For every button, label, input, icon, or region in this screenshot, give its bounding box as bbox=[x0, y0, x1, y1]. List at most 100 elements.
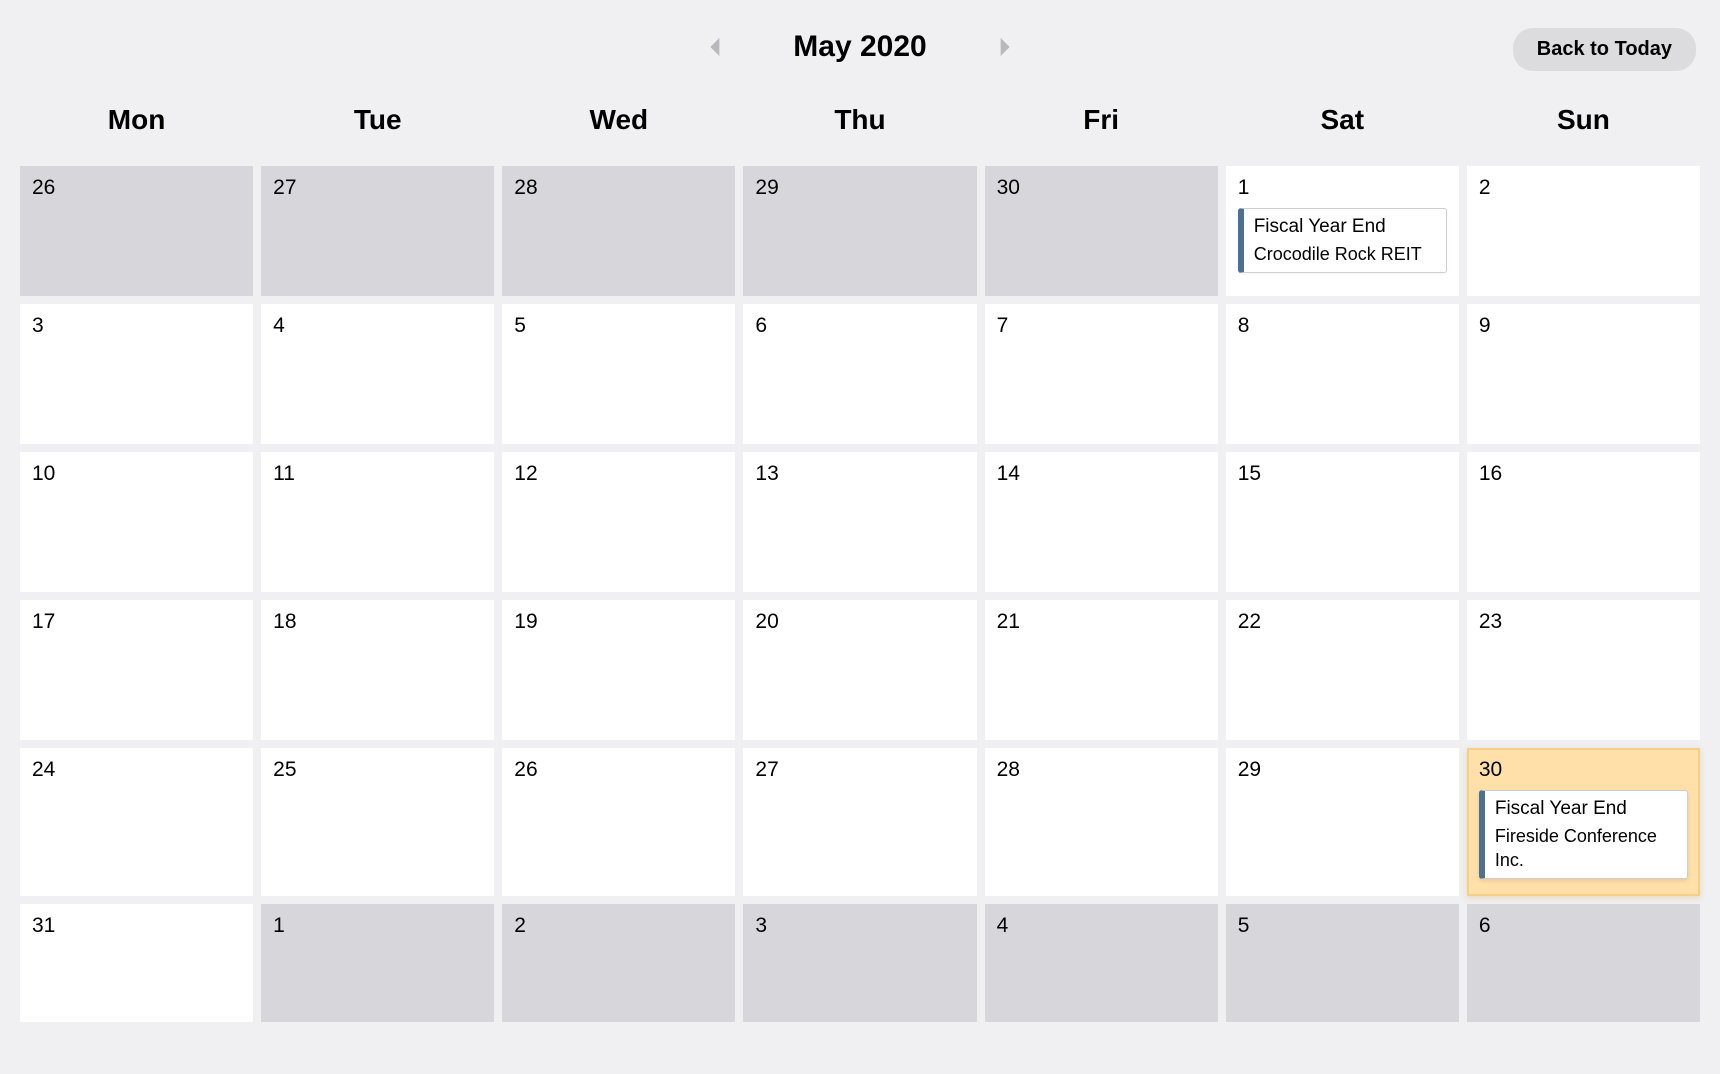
day-cell[interactable]: 2 bbox=[1467, 166, 1700, 296]
day-cell[interactable]: 26 bbox=[502, 748, 735, 896]
chevron-left-icon bbox=[709, 38, 723, 56]
day-cell[interactable]: 29 bbox=[1226, 748, 1459, 896]
day-number: 23 bbox=[1479, 610, 1688, 634]
day-cell[interactable]: 4 bbox=[985, 904, 1218, 1022]
event-subtitle: Crocodile Rock REIT bbox=[1254, 242, 1436, 266]
day-cell[interactable]: 23 bbox=[1467, 600, 1700, 740]
weekday-label: Mon bbox=[20, 92, 253, 154]
day-number: 30 bbox=[997, 176, 1206, 200]
day-cell[interactable]: 3 bbox=[743, 904, 976, 1022]
day-cell[interactable]: 30 Fiscal Year EndFireside Conference Inc… bbox=[1467, 748, 1700, 896]
day-number: 12 bbox=[514, 462, 723, 486]
day-number: 25 bbox=[273, 758, 482, 782]
day-number: 6 bbox=[755, 314, 964, 338]
day-number: 18 bbox=[273, 610, 482, 634]
day-cell[interactable]: 24 bbox=[20, 748, 253, 896]
day-cell[interactable]: 15 bbox=[1226, 452, 1459, 592]
calendar-grid: 26272829301Fiscal Year EndCrocodile Rock… bbox=[20, 166, 1700, 1022]
day-number: 6 bbox=[1479, 914, 1688, 938]
weekday-label: Thu bbox=[743, 92, 976, 154]
day-cell[interactable]: 7 bbox=[985, 304, 1218, 444]
day-cell[interactable]: 10 bbox=[20, 452, 253, 592]
day-number: 15 bbox=[1238, 462, 1447, 486]
day-number: 28 bbox=[514, 176, 723, 200]
day-number: 3 bbox=[755, 914, 964, 938]
day-number: 3 bbox=[32, 314, 241, 338]
day-cell[interactable]: 16 bbox=[1467, 452, 1700, 592]
day-cell[interactable]: 28 bbox=[985, 748, 1218, 896]
day-number: 9 bbox=[1479, 314, 1688, 338]
day-cell[interactable]: 27 bbox=[261, 166, 494, 296]
day-cell[interactable]: 25 bbox=[261, 748, 494, 896]
day-number: 2 bbox=[514, 914, 723, 938]
day-cell[interactable]: 17 bbox=[20, 600, 253, 740]
day-cell[interactable]: 4 bbox=[261, 304, 494, 444]
day-cell[interactable]: 11 bbox=[261, 452, 494, 592]
day-number: 30 bbox=[1479, 758, 1688, 782]
day-cell[interactable]: 18 bbox=[261, 600, 494, 740]
day-cell[interactable]: 29 bbox=[743, 166, 976, 296]
day-number: 29 bbox=[755, 176, 964, 200]
day-cell[interactable]: 8 bbox=[1226, 304, 1459, 444]
day-number: 14 bbox=[997, 462, 1206, 486]
day-cell[interactable]: 26 bbox=[20, 166, 253, 296]
day-cell[interactable]: 20 bbox=[743, 600, 976, 740]
weekday-header-row: Mon Tue Wed Thu Fri Sat Sun bbox=[20, 92, 1700, 154]
day-number: 19 bbox=[514, 610, 723, 634]
day-number: 27 bbox=[273, 176, 482, 200]
day-number: 20 bbox=[755, 610, 964, 634]
day-cell[interactable]: 3 bbox=[20, 304, 253, 444]
day-cell[interactable]: 22 bbox=[1226, 600, 1459, 740]
day-cell[interactable]: 1 bbox=[261, 904, 494, 1022]
event-title: Fiscal Year End bbox=[1495, 797, 1677, 822]
day-cell[interactable]: 5 bbox=[502, 304, 735, 444]
calendar-header: May 2020 Back to Today bbox=[20, 24, 1700, 64]
back-to-today-button[interactable]: Back to Today bbox=[1513, 28, 1696, 71]
weekday-label: Wed bbox=[502, 92, 735, 154]
day-cell[interactable]: 2 bbox=[502, 904, 735, 1022]
day-number: 11 bbox=[273, 462, 482, 486]
day-cell[interactable]: 5 bbox=[1226, 904, 1459, 1022]
next-month-button[interactable] bbox=[995, 35, 1013, 59]
day-cell[interactable]: 6 bbox=[743, 304, 976, 444]
day-number: 4 bbox=[273, 314, 482, 338]
day-number: 17 bbox=[32, 610, 241, 634]
day-number: 31 bbox=[32, 914, 241, 938]
day-number: 7 bbox=[997, 314, 1206, 338]
event-card[interactable]: Fiscal Year EndCrocodile Rock REIT bbox=[1238, 208, 1447, 273]
day-number: 28 bbox=[997, 758, 1206, 782]
day-cell[interactable]: 6 bbox=[1467, 904, 1700, 1022]
day-number: 29 bbox=[1238, 758, 1447, 782]
day-number: 26 bbox=[514, 758, 723, 782]
day-number: 1 bbox=[1238, 176, 1447, 200]
day-cell[interactable]: 13 bbox=[743, 452, 976, 592]
chevron-right-icon bbox=[997, 38, 1011, 56]
day-number: 8 bbox=[1238, 314, 1447, 338]
weekday-label: Tue bbox=[261, 92, 494, 154]
event-subtitle: Fireside Conference Inc. bbox=[1495, 824, 1677, 873]
day-cell[interactable]: 31 bbox=[20, 904, 253, 1022]
weekday-label: Sun bbox=[1467, 92, 1700, 154]
day-cell[interactable]: 21 bbox=[985, 600, 1218, 740]
prev-month-button[interactable] bbox=[707, 35, 725, 59]
day-cell[interactable]: 19 bbox=[502, 600, 735, 740]
day-number: 22 bbox=[1238, 610, 1447, 634]
day-number: 13 bbox=[755, 462, 964, 486]
day-number: 26 bbox=[32, 176, 241, 200]
day-cell[interactable]: 30 bbox=[985, 166, 1218, 296]
day-number: 27 bbox=[755, 758, 964, 782]
day-cell[interactable]: 27 bbox=[743, 748, 976, 896]
day-cell[interactable]: 1 Fiscal Year EndCrocodile Rock REIT bbox=[1226, 166, 1459, 296]
day-cell[interactable]: 9 bbox=[1467, 304, 1700, 444]
day-cell[interactable]: 12 bbox=[502, 452, 735, 592]
event-card[interactable]: Fiscal Year EndFireside Conference Inc. bbox=[1479, 790, 1688, 879]
day-number: 24 bbox=[32, 758, 241, 782]
day-number: 5 bbox=[1238, 914, 1447, 938]
month-nav-group: May 2020 bbox=[707, 30, 1013, 64]
day-cell[interactable]: 28 bbox=[502, 166, 735, 296]
day-cell[interactable]: 14 bbox=[985, 452, 1218, 592]
month-title: May 2020 bbox=[785, 30, 935, 64]
weekday-label: Sat bbox=[1226, 92, 1459, 154]
weekday-label: Fri bbox=[985, 92, 1218, 154]
day-number: 10 bbox=[32, 462, 241, 486]
